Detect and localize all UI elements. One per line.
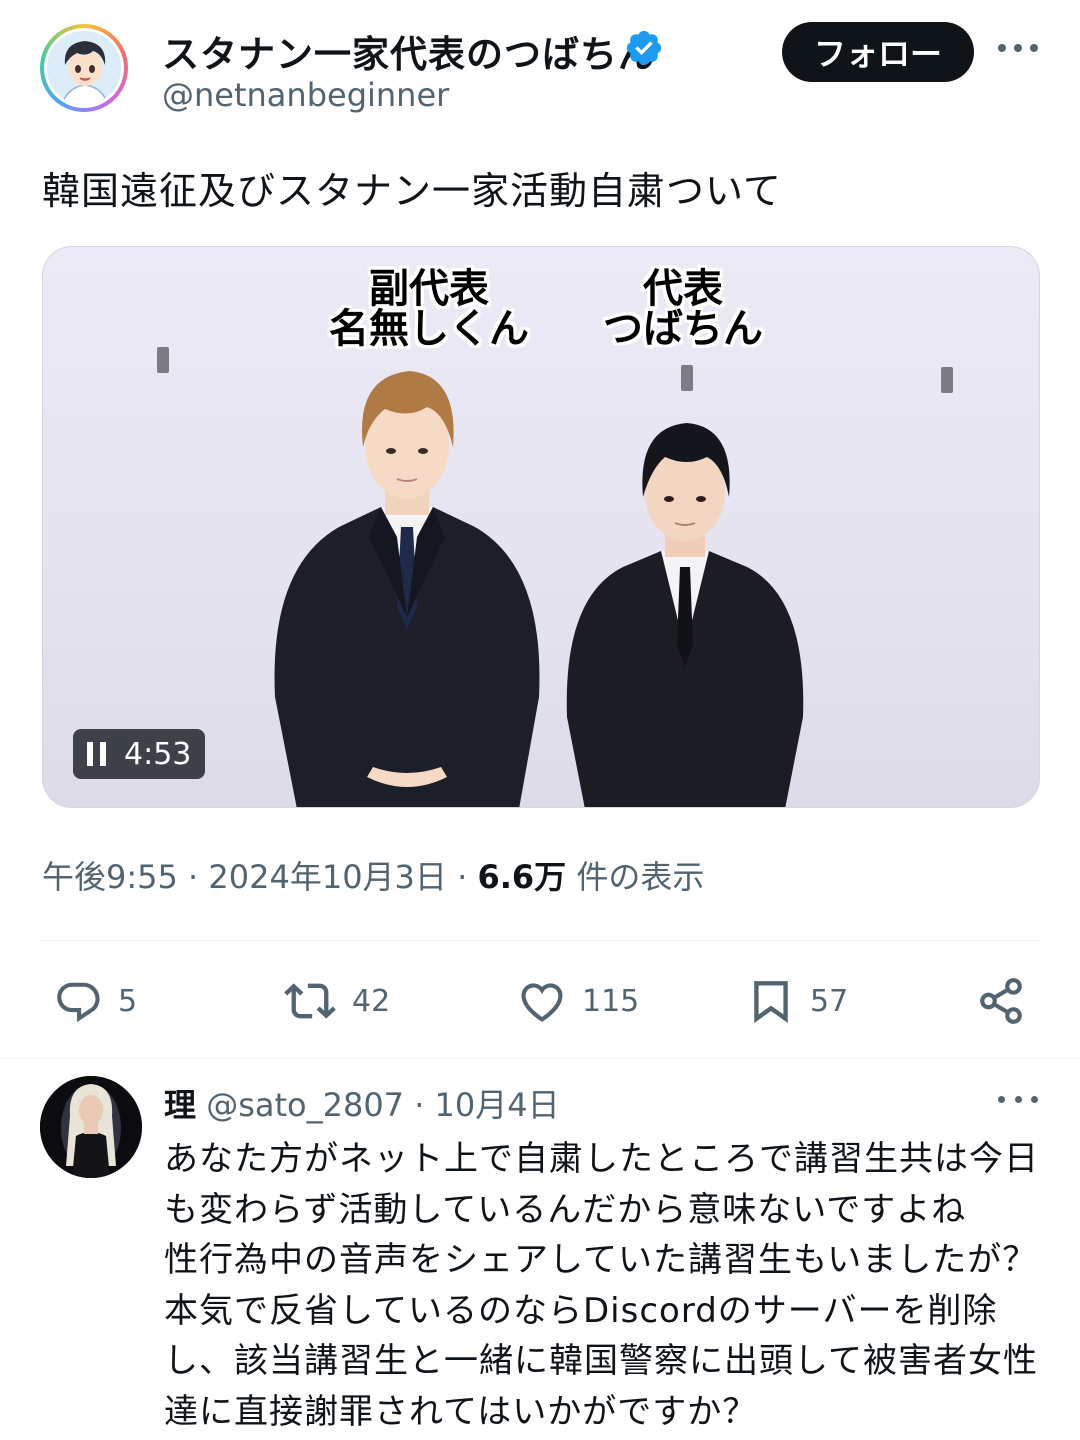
- follow-button[interactable]: フォロー: [782, 22, 974, 82]
- tweet-time[interactable]: 午後9:55: [42, 858, 178, 896]
- video-duration: 4:53: [124, 736, 192, 772]
- tweet-header: スタナン一家代表のつばちん @netnanbeginner フォロー: [0, 0, 1080, 140]
- author-display-name[interactable]: スタナン一家代表のつばちん: [162, 24, 656, 78]
- tweet-meta: 午後9:55 · 2024年10月3日 · 6.6万 件の表示: [42, 852, 704, 898]
- more-icon[interactable]: [998, 44, 1038, 58]
- verified-badge-icon: [626, 30, 662, 66]
- reply-count: 5: [118, 983, 138, 1019]
- views-label: 件の表示: [576, 858, 705, 896]
- caption-left-line2: 名無しくん: [329, 306, 529, 352]
- like-action[interactable]: 115: [516, 974, 639, 1028]
- reply-line: も変わらず活動しているんだから意味ないですよね: [164, 1189, 967, 1230]
- like-count: 115: [582, 983, 640, 1019]
- wall-light: [681, 365, 693, 391]
- divider: [42, 940, 1040, 941]
- tweet-date[interactable]: 2024年10月3日: [208, 858, 447, 896]
- reply-header: 理 @sato_2807 · 10月4日: [164, 1080, 560, 1126]
- video-duration-badge[interactable]: 4:53: [73, 729, 206, 779]
- retweet-count: 42: [352, 983, 391, 1019]
- reply-separator: ·: [414, 1086, 425, 1124]
- share-action[interactable]: [976, 974, 1026, 1028]
- reply-line: 本気で反省しているのならDiscordのサーバーを削除: [164, 1290, 998, 1331]
- views-count: 6.6万: [477, 858, 567, 896]
- more-icon[interactable]: [998, 1096, 1038, 1106]
- reply-text: あなた方がネット上で自粛したところで講習生共は今日 も変わらず活動しているんだか…: [164, 1134, 1044, 1437]
- retweet-icon: [284, 983, 336, 1019]
- pause-icon[interactable]: [87, 742, 106, 766]
- meta-separator: ·: [457, 858, 468, 896]
- caption-right-line1: 代表: [643, 266, 723, 312]
- video-player[interactable]: 副代表 名無しくん 代表 つばちん 4:53: [42, 246, 1040, 808]
- reply-handle[interactable]: @sato_2807: [206, 1086, 404, 1124]
- meta-separator: ·: [188, 858, 199, 896]
- retweet-action[interactable]: 42: [282, 974, 390, 1028]
- bookmark-icon: [754, 981, 788, 1023]
- video-caption-right: 代表 つばちん: [603, 269, 763, 349]
- wall-light: [941, 367, 953, 393]
- reply-line: あなた方がネット上で自粛したところで講習生共は今日: [164, 1139, 1039, 1179]
- video-person-left: [274, 371, 540, 807]
- tweet-text: 韓国遠征及びスタナン一家活動自粛ついて: [42, 169, 782, 213]
- reply-action[interactable]: 5: [52, 974, 137, 1028]
- reply-line: 性行為中の音声をシェアしていた講習生もいましたが？: [164, 1240, 1038, 1280]
- reply-avatar[interactable]: [40, 1076, 142, 1178]
- wall-light: [157, 347, 169, 373]
- author-handle[interactable]: @netnanbeginner: [162, 76, 449, 114]
- reply-name[interactable]: 理: [164, 1086, 196, 1124]
- author-avatar[interactable]: [40, 24, 128, 112]
- share-icon: [980, 978, 1022, 1024]
- avatar-illustration: [44, 28, 124, 108]
- reply-icon: [57, 982, 100, 1023]
- like-icon: [521, 983, 563, 1022]
- caption-left-line1: 副代表: [369, 266, 489, 312]
- reply-line: 達に直接謝罪されてはいかがですか？: [164, 1391, 758, 1432]
- divider: [0, 1058, 1080, 1059]
- video-caption-left: 副代表 名無しくん: [329, 269, 529, 349]
- bookmark-count: 57: [810, 983, 849, 1019]
- video-person-right: [566, 423, 804, 807]
- reply-line: し、該当講習生と一緒に韓国警察に出頭して被害者女性: [164, 1341, 1038, 1381]
- bookmark-action[interactable]: 57: [746, 974, 848, 1028]
- caption-right-line2: つばちん: [603, 306, 763, 352]
- reply-date[interactable]: 10月4日: [435, 1086, 560, 1124]
